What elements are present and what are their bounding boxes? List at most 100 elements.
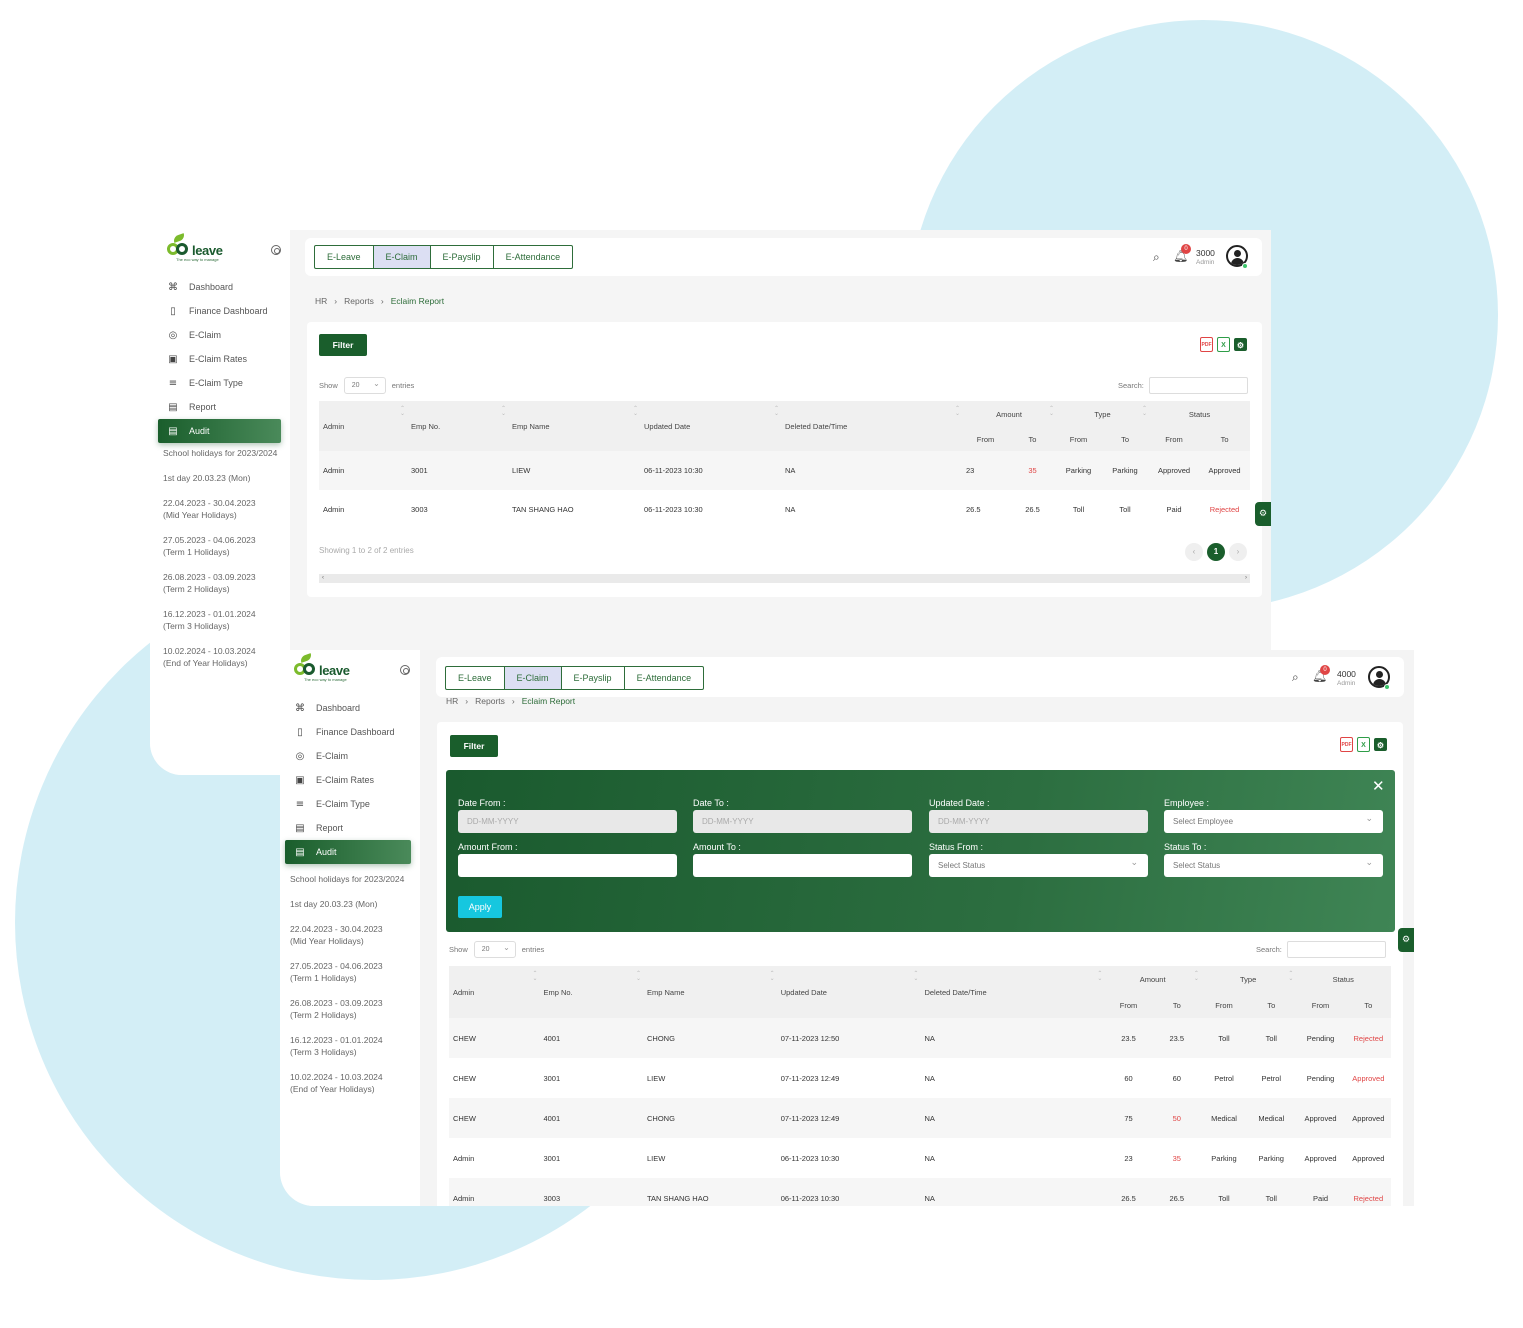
holiday-list: School holidays for 2023/2024 1st day 20… (290, 873, 420, 1108)
breadcrumb-reports[interactable]: Reports (344, 296, 374, 306)
document-icon: ▤ (295, 846, 305, 858)
date-to-field[interactable]: DD-MM-YYYY (693, 810, 912, 833)
col-emp-name[interactable]: Emp Name ⌃ ⌄ (643, 966, 777, 1018)
col-emp-no[interactable]: Emp No. ⌃ ⌄ (407, 401, 508, 451)
tab-epayslip[interactable]: E-Payslip (562, 667, 625, 689)
table-row: CHEW 4001 CHONG 07-11-2023 12:49 NA 75 50 Med… (449, 1098, 1391, 1138)
col-admin[interactable]: Admin ⌃ ⌄ (319, 401, 407, 451)
sidebar-item-dashboard[interactable]: ⌘ Dashboard (158, 275, 281, 299)
col-status[interactable]: Status (1149, 401, 1250, 427)
amount-from-field[interactable] (458, 854, 677, 877)
holiday-title: School holidays for 2023/2024 (290, 874, 405, 884)
sidebar-item-eclaim[interactable]: ◎ E-Claim (158, 323, 281, 347)
filter-button[interactable]: Filter (319, 334, 367, 356)
col-amount[interactable]: Amount ⌃ ⌄ (1104, 966, 1201, 992)
sidebar-item-dashboard[interactable]: ⌘ Dashboard (285, 696, 411, 720)
col-emp-name[interactable]: Emp Name ⌃ ⌄ (508, 401, 640, 451)
export-excel-icon[interactable]: X (1217, 337, 1230, 352)
holiday-item: 16.12.2023 - 01.01.2024 (Term 3 Holidays) (290, 1035, 383, 1057)
tab-epayslip[interactable]: E-Payslip (431, 246, 494, 268)
search-input[interactable] (1286, 941, 1386, 958)
collapse-sidebar-icon[interactable] (400, 665, 410, 675)
sidebar-item-audit[interactable]: ▤ Audit (158, 419, 281, 443)
employee-select[interactable]: Select Employee (1164, 807, 1383, 833)
user-role: Admin (1196, 259, 1215, 266)
col-status-to: To (1364, 1000, 1373, 1010)
close-icon[interactable]: ✕ (1372, 779, 1385, 794)
tab-eattendance[interactable]: E-Attendance (625, 667, 704, 689)
status-to-select[interactable]: Select Status (1164, 851, 1383, 877)
holiday-first-day: 1st day 20.03.23 (Mon) (290, 899, 378, 909)
tab-eclaim[interactable]: E-Claim (373, 246, 431, 268)
breadcrumb: HR › Reports › Eclaim Report (315, 296, 445, 306)
sidebar-item-eclaim[interactable]: ◎ E-Claim (285, 744, 411, 768)
export-pdf-icon[interactable]: PDF (1340, 737, 1353, 752)
apply-button[interactable]: Apply (458, 896, 502, 918)
sidebar: leave The eco way to manage ⌘ Dashboard ▯… (280, 650, 420, 1206)
col-amount[interactable]: Amount ⌃ ⌄ (962, 401, 1056, 427)
col-deleted-date[interactable]: Deleted Date/Time ⌃ ⌄ (920, 966, 1104, 1018)
search-icon[interactable]: ⌕ (1153, 250, 1160, 265)
holiday-item: 26.08.2023 - 03.09.2023 (Term 2 Holidays) (290, 998, 383, 1020)
collapse-sidebar-icon[interactable] (271, 245, 281, 255)
sidebar-item-finance-dashboard[interactable]: ▯ Finance Dashboard (285, 720, 411, 744)
sidebar-item-eclaim-type[interactable]: ≡ E-Claim Type (285, 792, 411, 816)
amount-to-field[interactable] (693, 854, 912, 877)
prev-page-button[interactable]: ‹ (1185, 543, 1203, 561)
user-role: Admin (1337, 680, 1356, 687)
tab-eleave[interactable]: E-Leave (446, 667, 505, 689)
export-excel-icon[interactable]: X (1357, 737, 1370, 752)
search-input[interactable] (1148, 377, 1248, 394)
updated-date-field[interactable]: DD-MM-YYYY (929, 810, 1148, 833)
export-pdf-icon[interactable]: PDF (1200, 337, 1213, 352)
sidebar-item-report[interactable]: ▤ Report (285, 816, 411, 840)
page-size-select[interactable]: 20 (343, 376, 386, 394)
breadcrumb-hr[interactable]: HR (315, 296, 327, 306)
col-updated-date[interactable]: Updated Date ⌃ ⌄ (640, 401, 781, 451)
settings-drawer-icon[interactable]: ⚙︎ (1255, 502, 1271, 526)
col-admin[interactable]: Admin ⌃ ⌄ (449, 966, 539, 1018)
aperture-icon: ◎ (295, 750, 305, 762)
next-page-button[interactable]: › (1229, 543, 1247, 561)
sidebar-item-report[interactable]: ▤ Report (158, 395, 281, 419)
sidebar-nav: ⌘ Dashboard ▯ Finance Dashboard ◎ E-Claim ▣… (285, 696, 411, 864)
aperture-icon: ◎ (168, 329, 178, 341)
settings-icon[interactable]: ⚙︎ (1374, 738, 1387, 751)
col-emp-no[interactable]: Emp No. ⌃ ⌄ (539, 966, 643, 1018)
status-from-label: Status From : (929, 842, 984, 852)
sidebar-item-finance-dashboard[interactable]: ▯ Finance Dashboard (158, 299, 281, 323)
status-from-select[interactable]: Select Status (929, 851, 1148, 877)
sidebar-item-eclaim-rates[interactable]: ▣ E-Claim Rates (285, 768, 411, 792)
col-updated-date[interactable]: Updated Date ⌃ ⌄ (777, 966, 921, 1018)
tab-eclaim[interactable]: E-Claim (504, 667, 562, 689)
page-size-control: Show 20 entries (449, 940, 544, 958)
table-info: Showing 1 to 2 of 2 entries (319, 546, 414, 555)
sidebar-item-eclaim-type[interactable]: ≡ E-Claim Type (158, 371, 281, 395)
sidebar-item-eclaim-rates[interactable]: ▣ E-Claim Rates (158, 347, 281, 371)
page-button-current[interactable]: 1 (1207, 543, 1225, 561)
updated-date-label: Updated Date : (929, 798, 990, 808)
export-toolbar: PDF X ⚙︎ (1340, 737, 1387, 752)
search-icon[interactable]: ⌕ (1292, 670, 1299, 685)
table-row: CHEW 3001 LIEW 07-11-2023 12:49 NA 60 60 Petr… (449, 1058, 1391, 1098)
tab-eleave[interactable]: E-Leave (315, 246, 374, 268)
tab-eattendance[interactable]: E-Attendance (494, 246, 573, 268)
date-from-field[interactable]: DD-MM-YYYY (458, 810, 677, 833)
breadcrumb-hr[interactable]: HR (446, 696, 458, 706)
list-icon: ≡ (168, 377, 178, 389)
settings-drawer-icon[interactable]: ⚙︎ (1398, 928, 1414, 952)
table-row: Admin 3001 LIEW 06-11-2023 10:30 NA 23 35 Par… (449, 1138, 1391, 1178)
sidebar-item-audit[interactable]: ▤ Audit (285, 840, 411, 864)
table-row: Admin 3003 TAN SHANG HAO 06-11-2023 10:30 NA… (319, 490, 1251, 529)
page-size-select[interactable]: 20 (473, 940, 516, 958)
col-status[interactable]: Status (1295, 966, 1391, 992)
status-to-label: Status To : (1164, 842, 1207, 852)
horizontal-scrollbar[interactable]: ‹ › (319, 574, 1250, 583)
filter-button[interactable]: Filter (450, 735, 498, 757)
breadcrumb-reports[interactable]: Reports (475, 696, 505, 706)
settings-icon[interactable]: ⚙︎ (1234, 338, 1247, 351)
col-type[interactable]: Type ⌃ ⌄ (1056, 401, 1149, 427)
col-amount-to: To (1028, 434, 1037, 444)
col-deleted-date[interactable]: Deleted Date/Time ⌃ ⌄ (781, 401, 962, 451)
col-type[interactable]: Type ⌃ ⌄ (1201, 966, 1296, 992)
